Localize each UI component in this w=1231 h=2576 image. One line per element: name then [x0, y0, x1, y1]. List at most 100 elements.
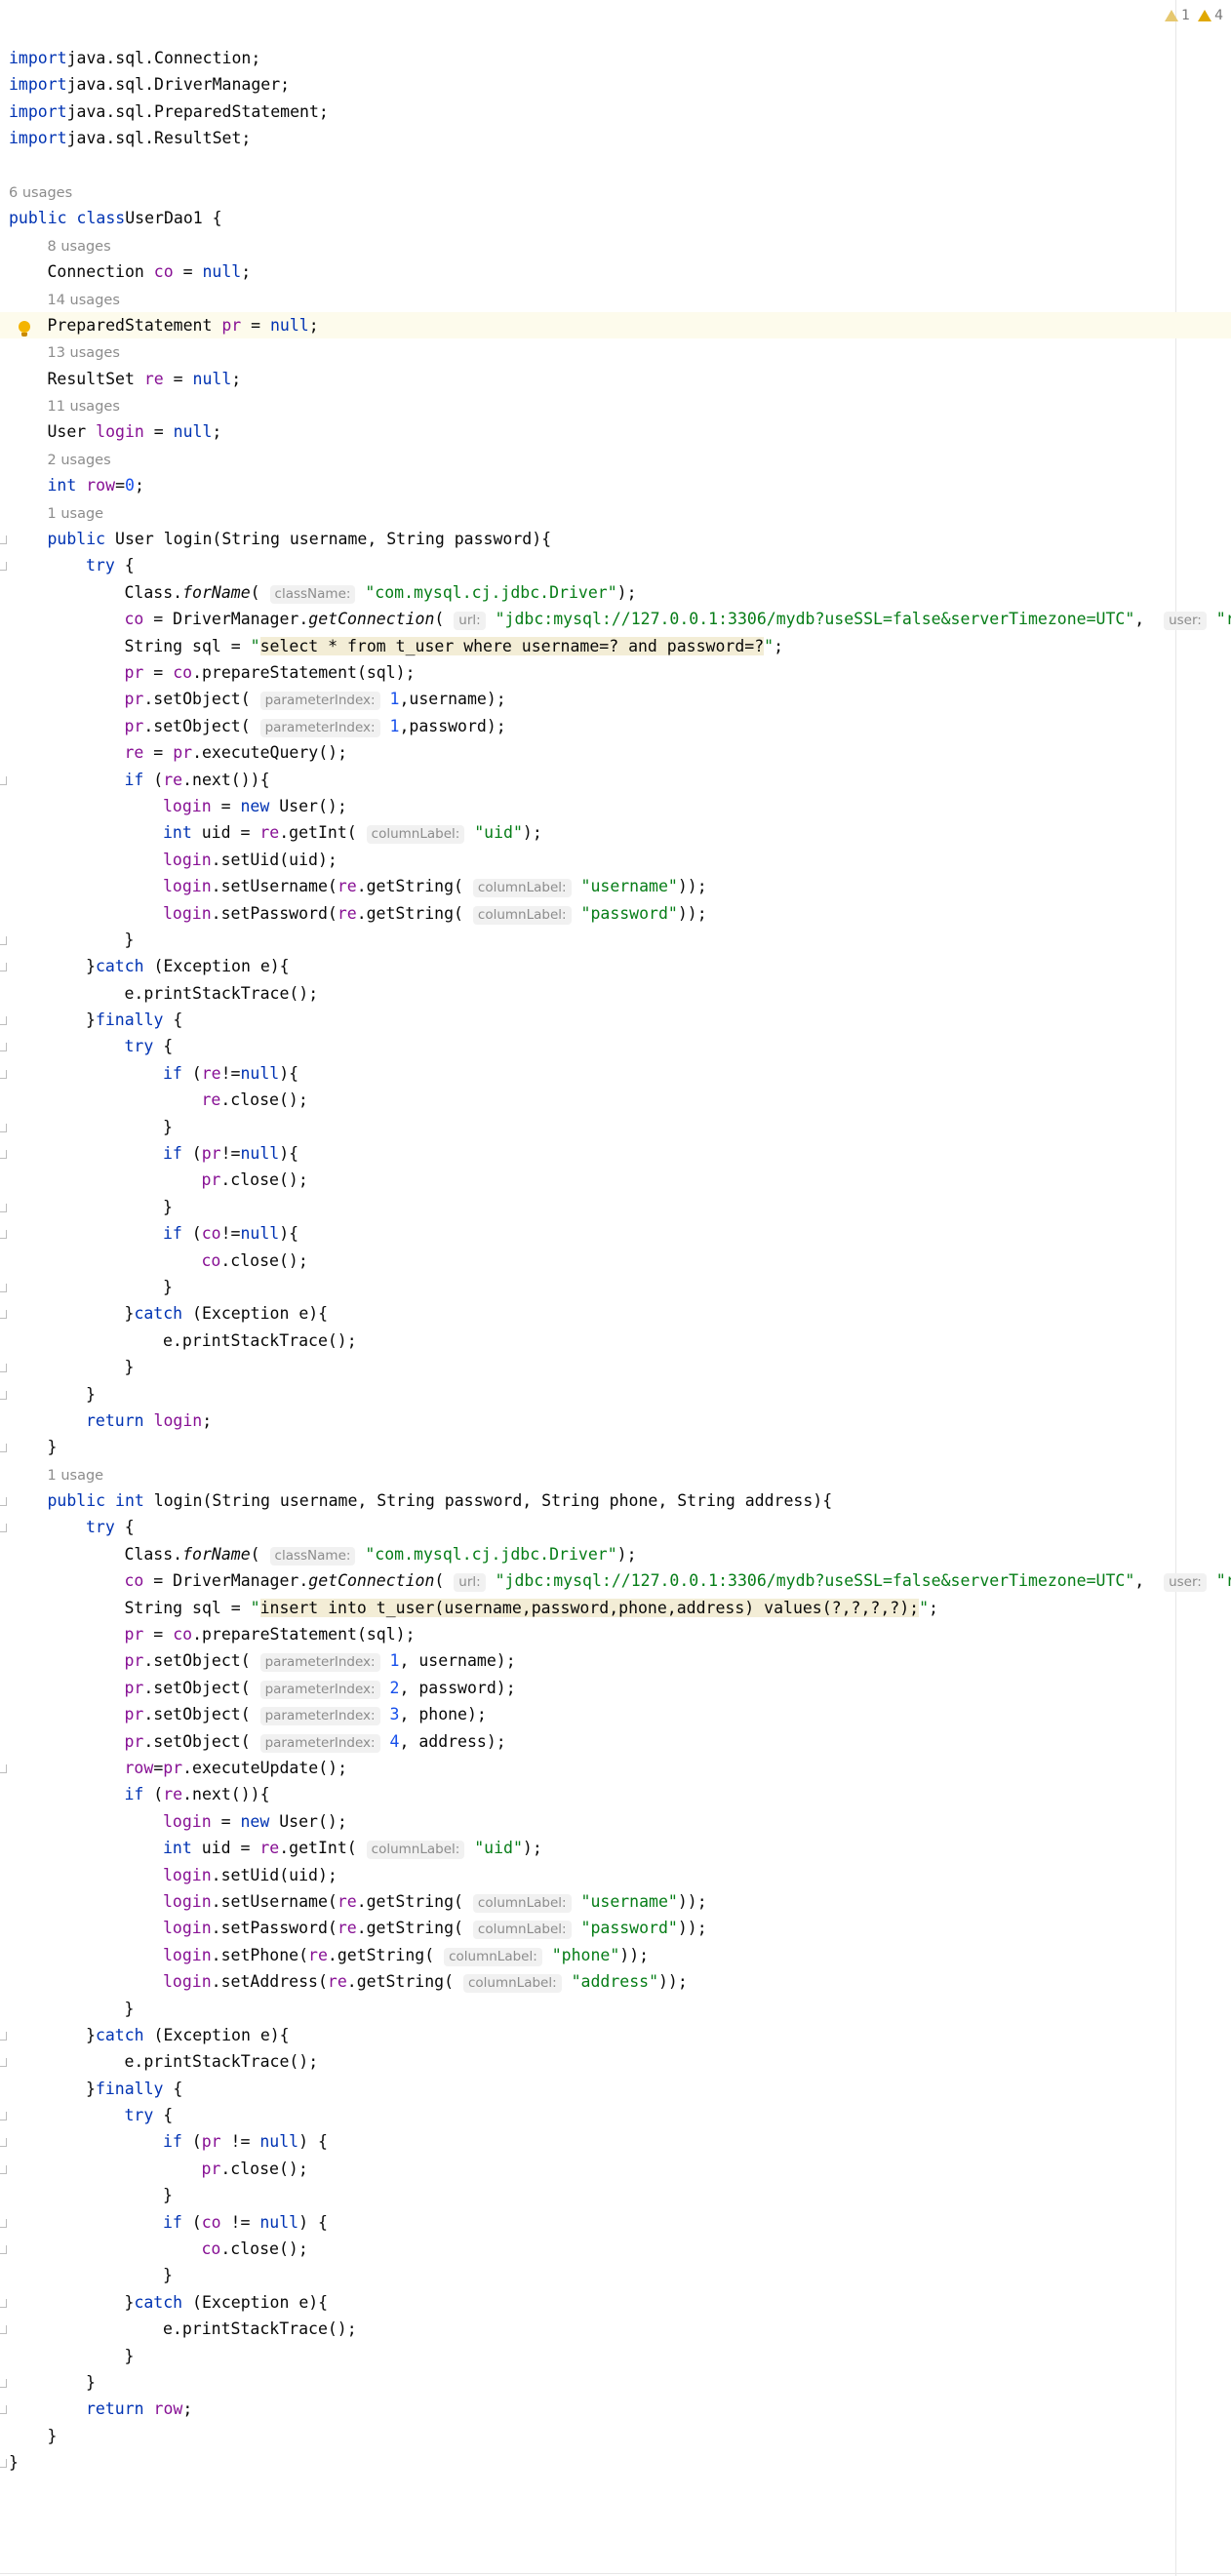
fold-marker-icon[interactable]	[0, 2138, 7, 2148]
weak-warning-indicator[interactable]: 1	[1165, 8, 1190, 23]
code-line[interactable]: }	[0, 2423, 1231, 2449]
code-line[interactable]: pr.close();	[0, 2156, 1231, 2182]
code-line[interactable]: try {	[0, 1033, 1231, 1059]
code-line[interactable]: e.printStackTrace();	[0, 2316, 1231, 2342]
fold-marker-icon[interactable]	[0, 2164, 7, 2174]
code-line[interactable]: try {	[0, 2102, 1231, 2128]
code-line[interactable]: try {	[0, 1514, 1231, 1540]
inspection-widget[interactable]: 1 4	[1165, 4, 1223, 27]
fold-marker-icon[interactable]	[0, 2325, 7, 2335]
code-line[interactable]: if (co != null) {	[0, 2209, 1231, 2236]
usages-hint-line[interactable]: 2 usages	[0, 446, 1231, 472]
fold-marker-icon[interactable]	[0, 1283, 7, 1292]
fold-marker-icon[interactable]	[0, 1069, 7, 1079]
code-line[interactable]: }catch (Exception e){	[0, 2022, 1231, 2048]
fold-marker-icon[interactable]	[0, 2459, 7, 2469]
code-line[interactable]: public int login(String username, String…	[0, 1487, 1231, 1514]
code-line[interactable]: Class.forName( className: "com.mysql.cj.…	[0, 579, 1231, 606]
warning-indicator[interactable]: 4	[1198, 8, 1223, 23]
code-line[interactable]: co.close();	[0, 1248, 1231, 1274]
code-line[interactable]: if (re.next()){	[0, 767, 1231, 793]
usages-link[interactable]: 1 usage	[48, 506, 104, 522]
fold-marker-icon[interactable]	[0, 1310, 7, 1320]
fold-marker-icon[interactable]	[0, 1230, 7, 1240]
code-line[interactable]: PreparedStatement pr = null;	[0, 311, 1231, 339]
fold-marker-icon[interactable]	[0, 1444, 7, 1453]
code-line[interactable]: login.setAddress(re.getString( columnLab…	[0, 1968, 1231, 1995]
code-line[interactable]: if (pr != null) {	[0, 2128, 1231, 2155]
usages-link[interactable]: 1 usage	[48, 1468, 104, 1484]
code-line[interactable]: pr.setObject( parameterIndex: 1,username…	[0, 686, 1231, 712]
usages-hint-line[interactable]: 11 usages	[0, 392, 1231, 418]
code-line[interactable]: login.setPassword(re.getString( columnLa…	[0, 1915, 1231, 1941]
code-line[interactable]: }finally {	[0, 2076, 1231, 2102]
fold-marker-icon[interactable]	[0, 535, 7, 545]
code-line[interactable]: importjava.sql.Connection;	[0, 45, 1231, 71]
code-line[interactable]: ResultSet re = null;	[0, 366, 1231, 392]
code-line[interactable]: }	[0, 1434, 1231, 1460]
code-line[interactable]: co.close();	[0, 2236, 1231, 2262]
code-line[interactable]: importjava.sql.ResultSet;	[0, 125, 1231, 151]
fold-marker-icon[interactable]	[0, 2112, 7, 2121]
usages-hint-line[interactable]: 1 usage	[0, 1461, 1231, 1487]
fold-marker-icon[interactable]	[0, 2058, 7, 2068]
code-line[interactable]: if (co!=null){	[0, 1220, 1231, 1247]
code-line[interactable]: }	[0, 1194, 1231, 1220]
code-line[interactable]: return row;	[0, 2396, 1231, 2422]
code-line[interactable]: int row=0;	[0, 472, 1231, 498]
code-line[interactable]: }	[0, 2343, 1231, 2369]
code-line[interactable]: login.setUid(uid);	[0, 847, 1231, 873]
code-line[interactable]: }	[0, 927, 1231, 953]
code-line[interactable]: User login = null;	[0, 418, 1231, 445]
code-line[interactable]: co = DriverManager.getConnection( url: "…	[0, 1567, 1231, 1594]
usages-hint-line[interactable]: 1 usage	[0, 499, 1231, 526]
code-line[interactable]: e.printStackTrace();	[0, 980, 1231, 1007]
usages-hint-line[interactable]: 8 usages	[0, 232, 1231, 258]
code-line[interactable]: }	[0, 2182, 1231, 2208]
code-line[interactable]: Connection co = null;	[0, 258, 1231, 285]
code-line[interactable]: public User login(String username, Strin…	[0, 526, 1231, 552]
code-line[interactable]: importjava.sql.PreparedStatement;	[0, 99, 1231, 125]
code-line[interactable]: String sql = "select * from t_user where…	[0, 633, 1231, 659]
fold-marker-icon[interactable]	[0, 963, 7, 972]
fold-marker-icon[interactable]	[0, 2298, 7, 2308]
code-line[interactable]: }catch (Exception e){	[0, 2289, 1231, 2316]
code-line[interactable]: e.printStackTrace();	[0, 2048, 1231, 2075]
code-line[interactable]: public classUserDao1 {	[0, 205, 1231, 231]
code-line[interactable]: re = pr.executeQuery();	[0, 739, 1231, 766]
code-line[interactable]: login.setPhone(re.getString( columnLabel…	[0, 1942, 1231, 1968]
fold-marker-icon[interactable]	[0, 1497, 7, 1507]
code-line[interactable]: }	[0, 2369, 1231, 2396]
code-line[interactable]: }	[0, 1274, 1231, 1300]
code-line[interactable]: if (pr!=null){	[0, 1140, 1231, 1167]
code-line[interactable]: }	[0, 1354, 1231, 1380]
code-line[interactable]: if (re.next()){	[0, 1781, 1231, 1807]
usages-link[interactable]: 2 usages	[48, 453, 111, 468]
code-line[interactable]: login.setUsername(re.getString( columnLa…	[0, 1888, 1231, 1915]
code-line[interactable]	[0, 152, 1231, 178]
usages-hint-line[interactable]: 6 usages	[0, 178, 1231, 205]
fold-marker-icon[interactable]	[0, 1043, 7, 1052]
code-line[interactable]: importjava.sql.DriverManager;	[0, 71, 1231, 98]
usages-link[interactable]: 8 usages	[48, 239, 111, 255]
code-line[interactable]: }finally {	[0, 1007, 1231, 1033]
fold-marker-icon[interactable]	[0, 2405, 7, 2415]
code-line[interactable]: re.close();	[0, 1087, 1231, 1113]
code-line[interactable]: }	[0, 2262, 1231, 2288]
fold-marker-icon[interactable]	[0, 775, 7, 785]
code-line[interactable]: co = DriverManager.getConnection( url: "…	[0, 606, 1231, 632]
code-line[interactable]: pr = co.prepareStatement(sql);	[0, 659, 1231, 686]
code-line[interactable]: String sql = "insert into t_user(usernam…	[0, 1595, 1231, 1621]
usages-hint-line[interactable]: 13 usages	[0, 338, 1231, 365]
code-line[interactable]: Class.forName( className: "com.mysql.cj.…	[0, 1541, 1231, 1567]
lightbulb-icon[interactable]	[19, 320, 30, 337]
code-line[interactable]: pr.setObject( parameterIndex: 1, usernam…	[0, 1647, 1231, 1674]
code-line[interactable]: }catch (Exception e){	[0, 1300, 1231, 1327]
code-line[interactable]: pr.setObject( parameterIndex: 1,password…	[0, 713, 1231, 739]
code-line[interactable]: return login;	[0, 1407, 1231, 1434]
fold-marker-icon[interactable]	[0, 935, 7, 945]
code-line[interactable]: login.setPassword(re.getString( columnLa…	[0, 900, 1231, 927]
code-line[interactable]: login.setUid(uid);	[0, 1862, 1231, 1888]
fold-marker-icon[interactable]	[0, 1203, 7, 1212]
code-line[interactable]: pr.setObject( parameterIndex: 2, passwor…	[0, 1675, 1231, 1701]
